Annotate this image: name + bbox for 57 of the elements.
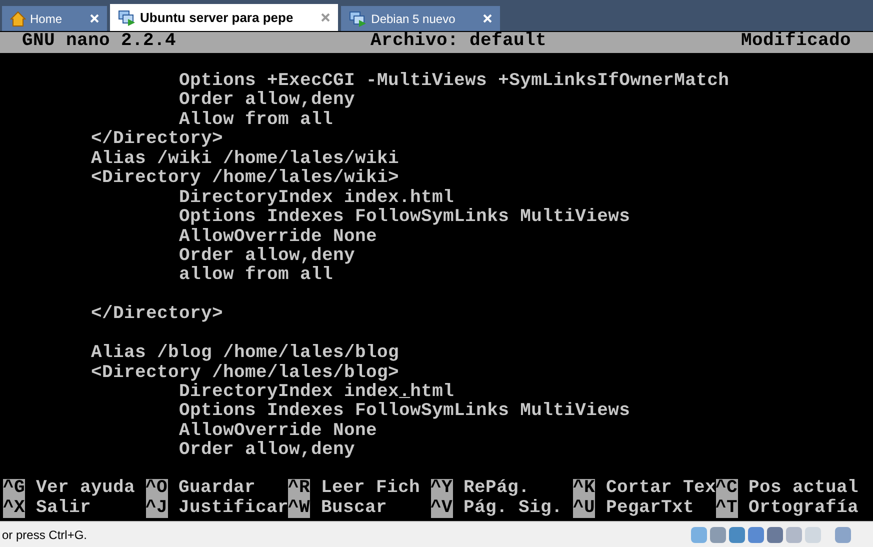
code-line: Order allow,deny [178, 91, 356, 110]
code-line: Order allow,deny [178, 246, 356, 266]
shortcut-label: Salir [36, 498, 92, 518]
shortcut-label: Pág. Sig. [464, 498, 563, 518]
shortcut-label: Ver ayuda [36, 479, 136, 499]
shortcut-label: Guardar [178, 479, 256, 498]
status-text: or press Ctrl+G. [2, 526, 88, 544]
code-line: <Directory /home/lales/blog> [91, 364, 400, 383]
editor-version: GNU nano 2.2.4 [22, 32, 176, 53]
code-line: Options +ExecCGI -MultiViews +SymLinksIfOwnerMatch [178, 72, 730, 91]
code-line: Order allow,deny [178, 441, 356, 461]
code-line: DirectoryIndex index.html [178, 188, 456, 208]
shortcut-label: RePág. [464, 479, 530, 499]
computer-icon [349, 10, 368, 26]
code-line: Alias /blog /home/lales/blog [91, 344, 400, 364]
code-line: Options Indexes FollowSymLinks MultiViews [178, 208, 632, 228]
code-line: DirectoryIndex index.html [178, 383, 456, 402]
shortcut-key: ^W [288, 498, 310, 518]
shortcut-key: ^T [716, 498, 738, 518]
code-line: Allow from all [178, 110, 334, 130]
file-name: Archivo: default [370, 32, 547, 53]
shortcut-key: ^C [716, 479, 738, 499]
shortcut-key: ^Y [430, 479, 453, 499]
code-line: </Directory> [91, 305, 224, 325]
tab[interactable]: Debian 5 nuevo [341, 6, 500, 31]
code-line: Alias /wiki /home/lales/wiki [91, 150, 400, 169]
tab[interactable]: Ubuntu server para pepe [110, 4, 338, 31]
tab-label: Debian 5 nuevo [371, 10, 456, 28]
shortcut-label: Justificar [178, 498, 289, 518]
modified-status: Modificado [740, 32, 851, 53]
code-line: AllowOverride None [178, 228, 378, 247]
shortcut-label: Ortografía [748, 498, 859, 518]
shortcut-label: Buscar [321, 498, 388, 518]
shortcut-key: ^U [573, 498, 596, 518]
code-line: AllowOverride None [178, 422, 378, 441]
code-line: </Directory> [91, 130, 224, 150]
tab-label: Ubuntu server para pepe [140, 8, 294, 27]
house-icon [10, 10, 26, 26]
shortcut-key: ^O [146, 479, 168, 499]
shortcut-key: ^X [3, 498, 26, 518]
shortcut-key: ^J [146, 498, 168, 518]
close-icon[interactable] [321, 13, 330, 22]
shortcut-key: ^R [288, 479, 310, 499]
code-line: allow from all [178, 266, 334, 286]
code-line: <Directory /home/lales/wiki> [91, 169, 400, 189]
text-cursor: . [399, 382, 410, 402]
shortcut-label: Leer Fich [321, 479, 420, 499]
code-line: Options Indexes FollowSymLinks MultiViews [178, 402, 632, 422]
shortcut-key: ^K [573, 479, 596, 499]
shortcut-key: ^V [430, 498, 453, 518]
computer-icon [118, 10, 136, 26]
shortcut-key: ^G [3, 479, 26, 499]
tab[interactable]: Home [2, 6, 108, 31]
shortcut-label: Cortar Tex [606, 479, 716, 499]
shortcut-label: PegarTxt [606, 498, 694, 518]
shortcut-label: Pos actual [748, 479, 859, 498]
tab-label: Home [30, 10, 62, 28]
